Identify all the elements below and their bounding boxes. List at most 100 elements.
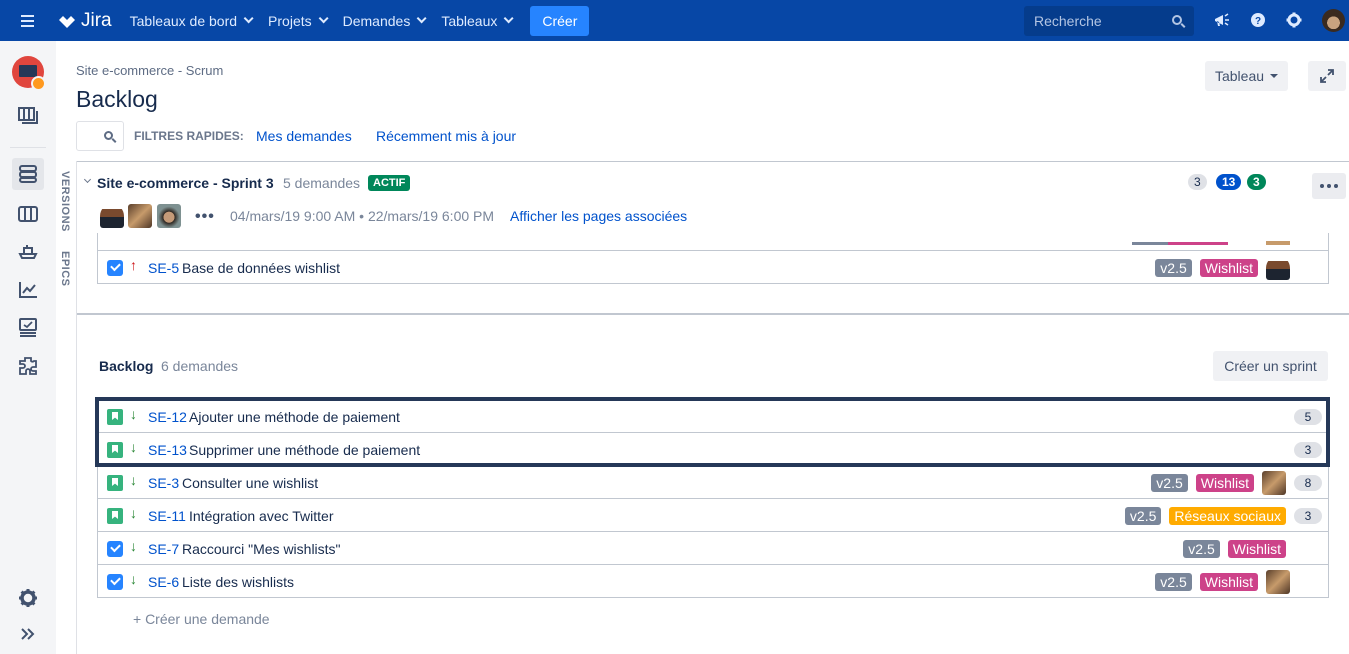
board-view-button[interactable]: Tableau <box>1205 61 1288 91</box>
create-sprint-button[interactable]: Créer un sprint <box>1213 351 1328 381</box>
collapse-sprint-icon[interactable] <box>83 175 92 184</box>
story-points-badge: 8 <box>1294 474 1322 491</box>
story-icon <box>107 475 123 491</box>
vertical-tabs: VERSIONS EPICS <box>56 161 77 654</box>
brand-name: Jira <box>81 9 112 31</box>
nav-boards[interactable]: Tableaux <box>441 13 514 29</box>
story-icon <box>107 442 123 458</box>
expand-icon <box>1320 69 1334 83</box>
page-title: Backlog <box>76 86 158 112</box>
tab-versions[interactable]: VERSIONS <box>59 171 71 232</box>
board-icon[interactable] <box>12 198 44 230</box>
top-navigation: Jira Tableaux de bord Projets Demandes T… <box>0 0 1349 41</box>
epic-label[interactable]: Wishlist <box>1195 473 1254 492</box>
search-placeholder: Recherche <box>1034 13 1102 29</box>
issue-key[interactable]: SE-7 <box>148 541 179 557</box>
version-label: v2.5 <box>1183 539 1220 558</box>
assignee-avatar[interactable] <box>157 204 181 228</box>
task-icon <box>107 260 123 276</box>
linked-pages-link[interactable]: Afficher les pages associées <box>510 208 687 224</box>
done-points-badge: 3 <box>1247 174 1266 190</box>
quick-filter-my-issues[interactable]: Mes demandes <box>256 128 352 144</box>
version-label: v2.5 <box>1155 258 1192 277</box>
issue-summary: Base de données wishlist <box>182 260 340 276</box>
issue-row[interactable]: ↓ SE-6 Liste des wishlists v2.5 Wishlist <box>98 565 1328 598</box>
deployments-icon[interactable] <box>12 236 44 268</box>
chevron-down-icon <box>504 13 514 24</box>
nav-label: Tableaux de bord <box>129 12 238 29</box>
assignee-avatar[interactable] <box>1266 255 1290 280</box>
issue-row[interactable]: ↓ SE-12 Ajouter une méthode de paiement … <box>98 400 1328 433</box>
nav-projects[interactable]: Projets <box>268 13 329 29</box>
version-label: v2.5 <box>1155 572 1192 591</box>
todo-points-badge: 3 <box>1188 174 1207 190</box>
issue-key[interactable]: SE-13 <box>148 442 187 458</box>
issue-key[interactable]: SE-11 <box>148 508 186 524</box>
jira-logo[interactable]: Jira <box>57 10 112 32</box>
issue-row[interactable]: ↓ SE-3 Consulter une wishlist v2.5 Wishl… <box>98 466 1328 499</box>
version-label: v2.5 <box>1124 506 1162 525</box>
menu-icon[interactable] <box>21 14 41 27</box>
expand-sidebar-icon[interactable] <box>12 618 44 650</box>
nav-issues[interactable]: Demandes <box>343 13 427 29</box>
in-progress-points-badge: 13 <box>1216 174 1242 190</box>
sprint-issue-list: ↑ SE-5 Base de données wishlist v2.5 Wis… <box>97 250 1329 284</box>
profile-avatar[interactable] <box>1322 9 1345 32</box>
issue-row[interactable]: ↓ SE-13 Supprimer une méthode de paiemen… <box>98 433 1328 466</box>
issue-key[interactable]: SE-12 <box>148 409 187 425</box>
chevron-down-icon <box>318 13 329 24</box>
story-icon <box>107 409 123 425</box>
notifications-icon[interactable] <box>1213 11 1231 29</box>
epic-label[interactable]: Wishlist <box>1199 258 1258 277</box>
backlog-issue-list: ↓ SE-12 Ajouter une méthode de paiement … <box>97 399 1329 598</box>
quick-search-input[interactable] <box>76 121 124 151</box>
create-button[interactable]: Créer <box>530 5 590 36</box>
settings-icon[interactable] <box>1285 11 1303 29</box>
create-issue-button[interactable]: + Créer une demande <box>133 611 270 627</box>
backlog-issue-count: 6 demandes <box>161 358 239 374</box>
issue-key[interactable]: SE-6 <box>148 574 179 590</box>
breadcrumb[interactable]: Site e-commerce - Scrum <box>76 63 223 78</box>
issue-key[interactable]: SE-3 <box>148 475 179 491</box>
addons-icon[interactable] <box>12 350 44 382</box>
help-icon[interactable]: ? <box>1249 11 1267 29</box>
section-divider <box>77 313 1349 315</box>
search-icon <box>104 131 113 140</box>
label-fragment <box>1168 242 1228 245</box>
epic-label[interactable]: Wishlist <box>1227 539 1286 558</box>
sprint-actions-button[interactable] <box>1312 173 1346 199</box>
assignee-avatar[interactable] <box>1266 569 1290 594</box>
issue-row[interactable]: ↓ SE-7 Raccourci "Mes wishlists" v2.5 Wi… <box>98 532 1328 565</box>
priority-low-icon: ↓ <box>130 472 137 488</box>
releases-icon[interactable] <box>12 100 44 132</box>
priority-low-icon: ↓ <box>130 538 137 554</box>
assignee-avatar[interactable] <box>1262 470 1286 495</box>
more-assignees-button[interactable]: ••• <box>195 208 215 226</box>
issue-row[interactable]: ↓ SE-11 Intégration avec Twitter v2.5 Ré… <box>98 499 1328 532</box>
reports-icon[interactable] <box>12 274 44 306</box>
nav-dashboards[interactable]: Tableaux de bord <box>129 12 254 29</box>
label-fragment <box>1132 242 1168 245</box>
sprint-dates: 04/mars/19 9:00 AM • 22/mars/19 6:00 PM <box>230 208 495 224</box>
epic-label[interactable]: Réseaux sociaux <box>1169 506 1286 525</box>
project-settings-icon[interactable] <box>12 582 44 614</box>
issue-summary: Raccourci "Mes wishlists" <box>182 541 341 557</box>
assignee-avatar[interactable] <box>100 204 124 228</box>
priority-low-icon: ↓ <box>130 439 137 455</box>
issues-icon[interactable] <box>12 312 44 344</box>
priority-low-icon: ↓ <box>130 571 137 587</box>
tab-epics[interactable]: EPICS <box>59 251 71 287</box>
quick-filters-label: FILTRES RAPIDES: <box>134 129 244 143</box>
story-points-badge: 3 <box>1294 441 1322 458</box>
assignee-avatar[interactable] <box>128 204 152 228</box>
issue-key[interactable]: SE-5 <box>148 260 179 276</box>
quick-filter-recently-updated[interactable]: Récemment mis à jour <box>376 128 516 144</box>
search-input[interactable]: Recherche <box>1024 6 1194 36</box>
issue-row[interactable]: ↑ SE-5 Base de données wishlist v2.5 Wis… <box>98 251 1328 284</box>
priority-low-icon: ↓ <box>130 406 137 422</box>
board-button-label: Tableau <box>1214 68 1265 84</box>
fullscreen-button[interactable] <box>1308 61 1346 91</box>
backlog-icon[interactable] <box>12 158 44 190</box>
epic-label[interactable]: Wishlist <box>1199 572 1258 591</box>
caret-down-icon <box>1270 74 1279 78</box>
